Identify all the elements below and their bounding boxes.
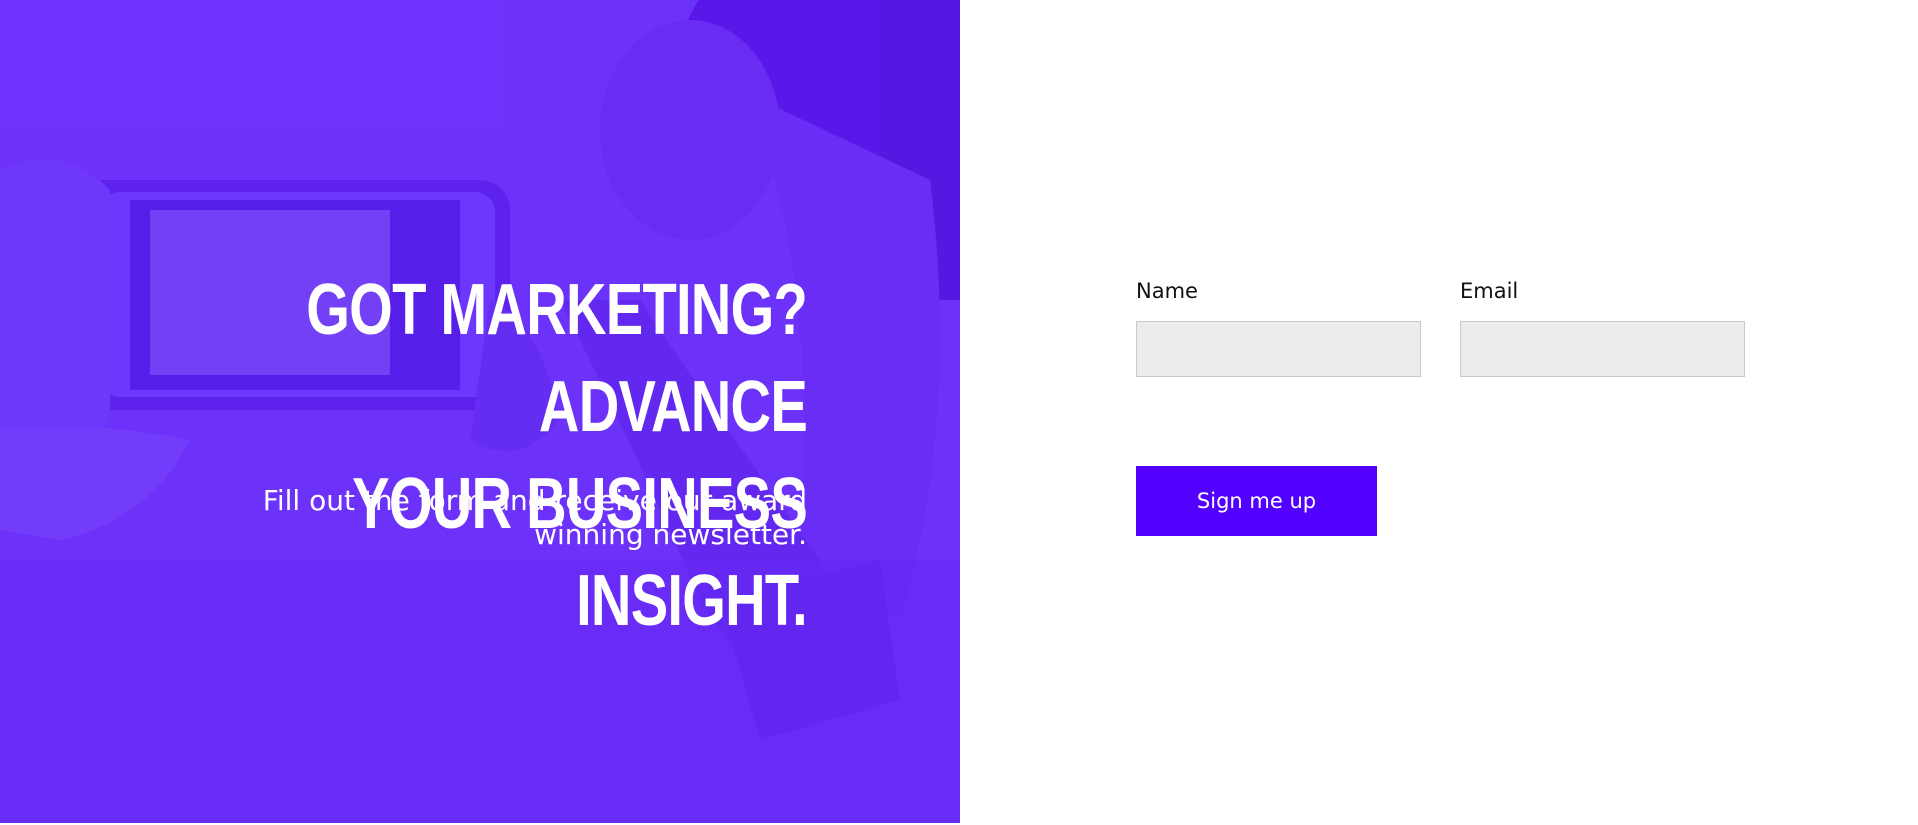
signup-page: GOT MARKETING? ADVANCE YOUR BUSINESS INS… <box>0 0 1918 825</box>
name-input[interactable] <box>1136 321 1421 377</box>
hero-subtitle-line-1: Fill out the form and receive our award <box>262 484 807 517</box>
hero-subtitle-line-2: winning newsletter. <box>534 518 807 551</box>
name-label: Name <box>1136 279 1198 303</box>
email-label: Email <box>1460 279 1519 303</box>
hero-title: GOT MARKETING? ADVANCE YOUR BUSINESS INS… <box>261 262 808 650</box>
email-field-group: Email <box>1460 278 1745 377</box>
hero-title-line-1: GOT MARKETING? ADVANCE <box>306 270 808 447</box>
email-input[interactable] <box>1460 321 1745 377</box>
name-field-group: Name <box>1136 278 1421 377</box>
hero-subtitle: Fill out the form and receive our award … <box>207 484 807 552</box>
hero-panel: GOT MARKETING? ADVANCE YOUR BUSINESS INS… <box>0 0 960 823</box>
sign-up-button[interactable]: Sign me up <box>1136 466 1377 536</box>
